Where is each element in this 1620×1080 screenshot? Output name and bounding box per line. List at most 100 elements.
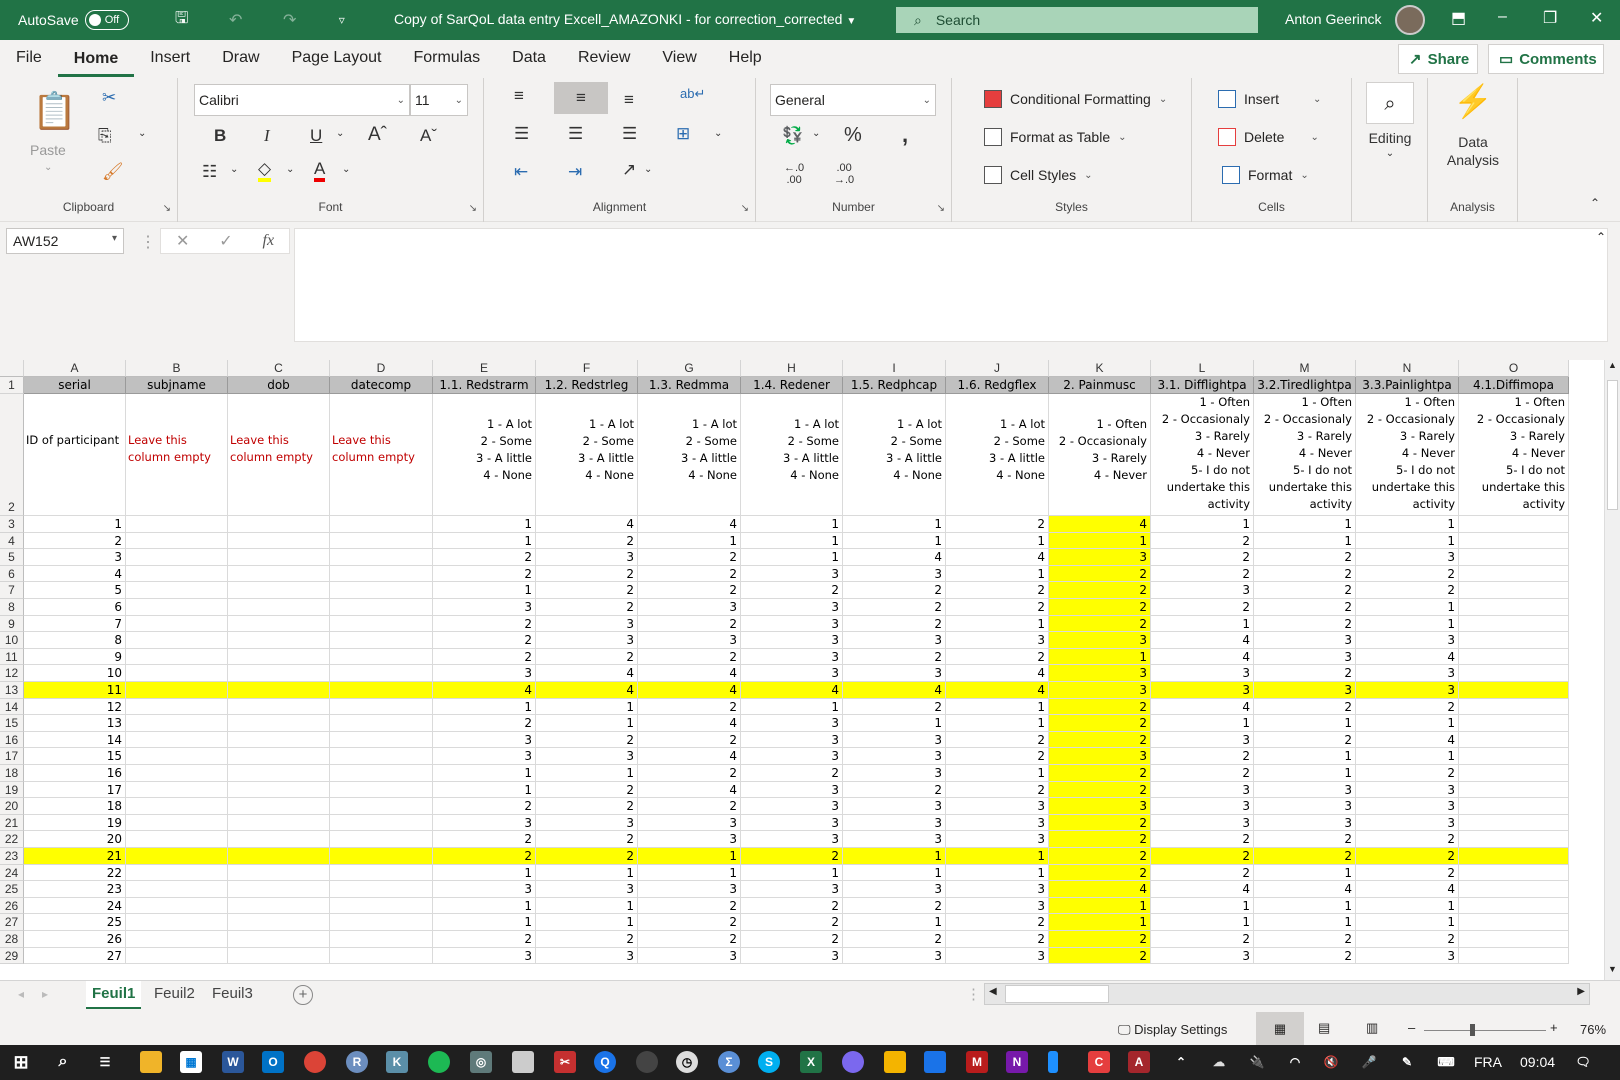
cell-b3[interactable] [126, 516, 228, 533]
cell-a15[interactable]: 13 [24, 715, 126, 732]
cell-f18[interactable]: 1 [536, 765, 638, 782]
delete-cells-button[interactable]: Delete ⌄ [1218, 128, 1319, 146]
cell-k14[interactable]: 2 [1049, 698, 1151, 716]
cell-i28[interactable]: 2 [843, 931, 946, 948]
row-header-18[interactable]: 18 [0, 765, 24, 782]
cell-g27[interactable]: 2 [638, 914, 741, 931]
cell-d10[interactable] [330, 632, 433, 649]
cell-g17[interactable]: 4 [638, 748, 741, 765]
page-break-view-icon[interactable]: ▥ [1366, 1020, 1378, 1036]
column-header-h[interactable]: H [741, 360, 843, 377]
cell-a26[interactable]: 24 [24, 897, 126, 915]
row-header-29[interactable]: 29 [0, 947, 24, 965]
cell-d7[interactable] [330, 582, 433, 599]
app-yellow-icon[interactable] [884, 1051, 906, 1073]
select-all-corner[interactable] [0, 360, 24, 377]
cell-g11[interactable]: 2 [638, 648, 741, 666]
cell-b7[interactable] [126, 582, 228, 599]
cell-a21[interactable]: 19 [24, 814, 126, 832]
align-left-icon[interactable]: ☰ [514, 124, 529, 144]
cell-d28[interactable] [330, 931, 433, 948]
cell-o6[interactable] [1459, 565, 1569, 583]
row-header-8[interactable]: 8 [0, 599, 24, 616]
file-explorer-icon[interactable] [140, 1051, 162, 1073]
cell-e7[interactable]: 1 [433, 582, 536, 599]
dialog-launcher-icon[interactable]: ↘ [937, 203, 945, 214]
cell-d5[interactable] [330, 549, 433, 566]
cell-c26[interactable] [228, 897, 330, 915]
editing-dropdown-icon[interactable]: ⌄ [1352, 148, 1428, 159]
cell-o17[interactable] [1459, 748, 1569, 765]
cell-o9[interactable] [1459, 615, 1569, 633]
cell-i12[interactable]: 3 [843, 665, 946, 682]
cell-f3[interactable]: 4 [536, 516, 638, 533]
paste-label[interactable]: Paste [30, 142, 66, 158]
data-analysis-label-2[interactable]: Analysis [1428, 152, 1518, 168]
cell-c19[interactable] [228, 781, 330, 799]
tab-view[interactable]: View [646, 40, 712, 78]
cell-b29[interactable] [126, 947, 228, 965]
cell-o5[interactable] [1459, 549, 1569, 566]
cell-n9[interactable]: 1 [1356, 615, 1459, 633]
prev-sheet-icon[interactable]: ◂ [18, 987, 24, 1001]
cell-g26[interactable]: 2 [638, 897, 741, 915]
cell-n14[interactable]: 2 [1356, 698, 1459, 716]
cell-o3[interactable] [1459, 516, 1569, 533]
cell-j21[interactable]: 3 [946, 814, 1049, 832]
cell-b4[interactable] [126, 532, 228, 550]
cell-o29[interactable] [1459, 947, 1569, 965]
tab-file[interactable]: File [0, 40, 58, 78]
cell-n11[interactable]: 4 [1356, 648, 1459, 666]
tab-insert[interactable]: Insert [134, 40, 206, 78]
copy-dropdown-icon[interactable]: ⌄ [138, 128, 146, 139]
user-name[interactable]: Anton Geerinck [1285, 11, 1382, 27]
cell-i25[interactable]: 3 [843, 881, 946, 898]
row-header-22[interactable]: 22 [0, 831, 24, 848]
cell-m21[interactable]: 3 [1254, 814, 1356, 832]
cell-c14[interactable] [228, 698, 330, 716]
cell-a13[interactable]: 11 [24, 682, 126, 699]
cell-h13[interactable]: 4 [741, 682, 843, 699]
autosave-toggle[interactable]: Off [84, 10, 129, 30]
cell-m24[interactable]: 1 [1254, 864, 1356, 882]
cell-o12[interactable] [1459, 665, 1569, 682]
cell-i10[interactable]: 3 [843, 632, 946, 649]
app-q-icon[interactable]: Q [594, 1051, 616, 1073]
cell-f29[interactable]: 3 [536, 947, 638, 965]
description-cell-h[interactable]: 1 - A lot 2 - Some 3 - A little 4 - None [741, 394, 843, 516]
cell-o19[interactable] [1459, 781, 1569, 799]
cell-l23[interactable]: 2 [1151, 848, 1254, 865]
description-cell-o[interactable]: 1 - Often 2 - Occasionaly 3 - Rarely 4 - Ne… [1459, 394, 1569, 516]
cell-n7[interactable]: 2 [1356, 582, 1459, 599]
cell-f19[interactable]: 2 [536, 781, 638, 799]
cell-c12[interactable] [228, 665, 330, 682]
dialog-launcher-icon[interactable]: ↘ [469, 203, 477, 214]
cell-d21[interactable] [330, 814, 433, 832]
cell-j28[interactable]: 2 [946, 931, 1049, 948]
keyboard-icon[interactable]: ⌨ [1432, 1051, 1460, 1073]
cell-o4[interactable] [1459, 532, 1569, 550]
splitter-handle-icon[interactable]: ⋮ [966, 985, 981, 1003]
davinci-icon[interactable] [636, 1051, 658, 1073]
cell-a19[interactable]: 17 [24, 781, 126, 799]
cell-c9[interactable] [228, 615, 330, 633]
paste-icon[interactable]: 📋 [32, 90, 77, 132]
wrap-text-icon[interactable]: ab↵ [680, 86, 705, 102]
font-color-icon[interactable]: A [314, 160, 326, 182]
cell-e16[interactable]: 3 [433, 731, 536, 749]
vertical-scrollbar[interactable]: ▲ ▼ [1604, 360, 1620, 980]
align-center-icon[interactable]: ☰ [568, 124, 583, 144]
cell-n29[interactable]: 3 [1356, 947, 1459, 965]
name-box[interactable]: AW152 ▾ [6, 228, 124, 254]
cell-k15[interactable]: 2 [1049, 715, 1151, 732]
cell-a10[interactable]: 8 [24, 632, 126, 649]
cell-e4[interactable]: 1 [433, 532, 536, 550]
cell-l17[interactable]: 2 [1151, 748, 1254, 765]
wifi-icon[interactable]: ◠ [1284, 1051, 1306, 1073]
cell-a29[interactable]: 27 [24, 947, 126, 965]
bottom-align-icon[interactable]: ≡ [624, 90, 634, 110]
cell-o15[interactable] [1459, 715, 1569, 732]
cell-g6[interactable]: 2 [638, 565, 741, 583]
horizontal-scroll-thumb[interactable] [1005, 985, 1109, 1003]
cell-h14[interactable]: 1 [741, 698, 843, 716]
